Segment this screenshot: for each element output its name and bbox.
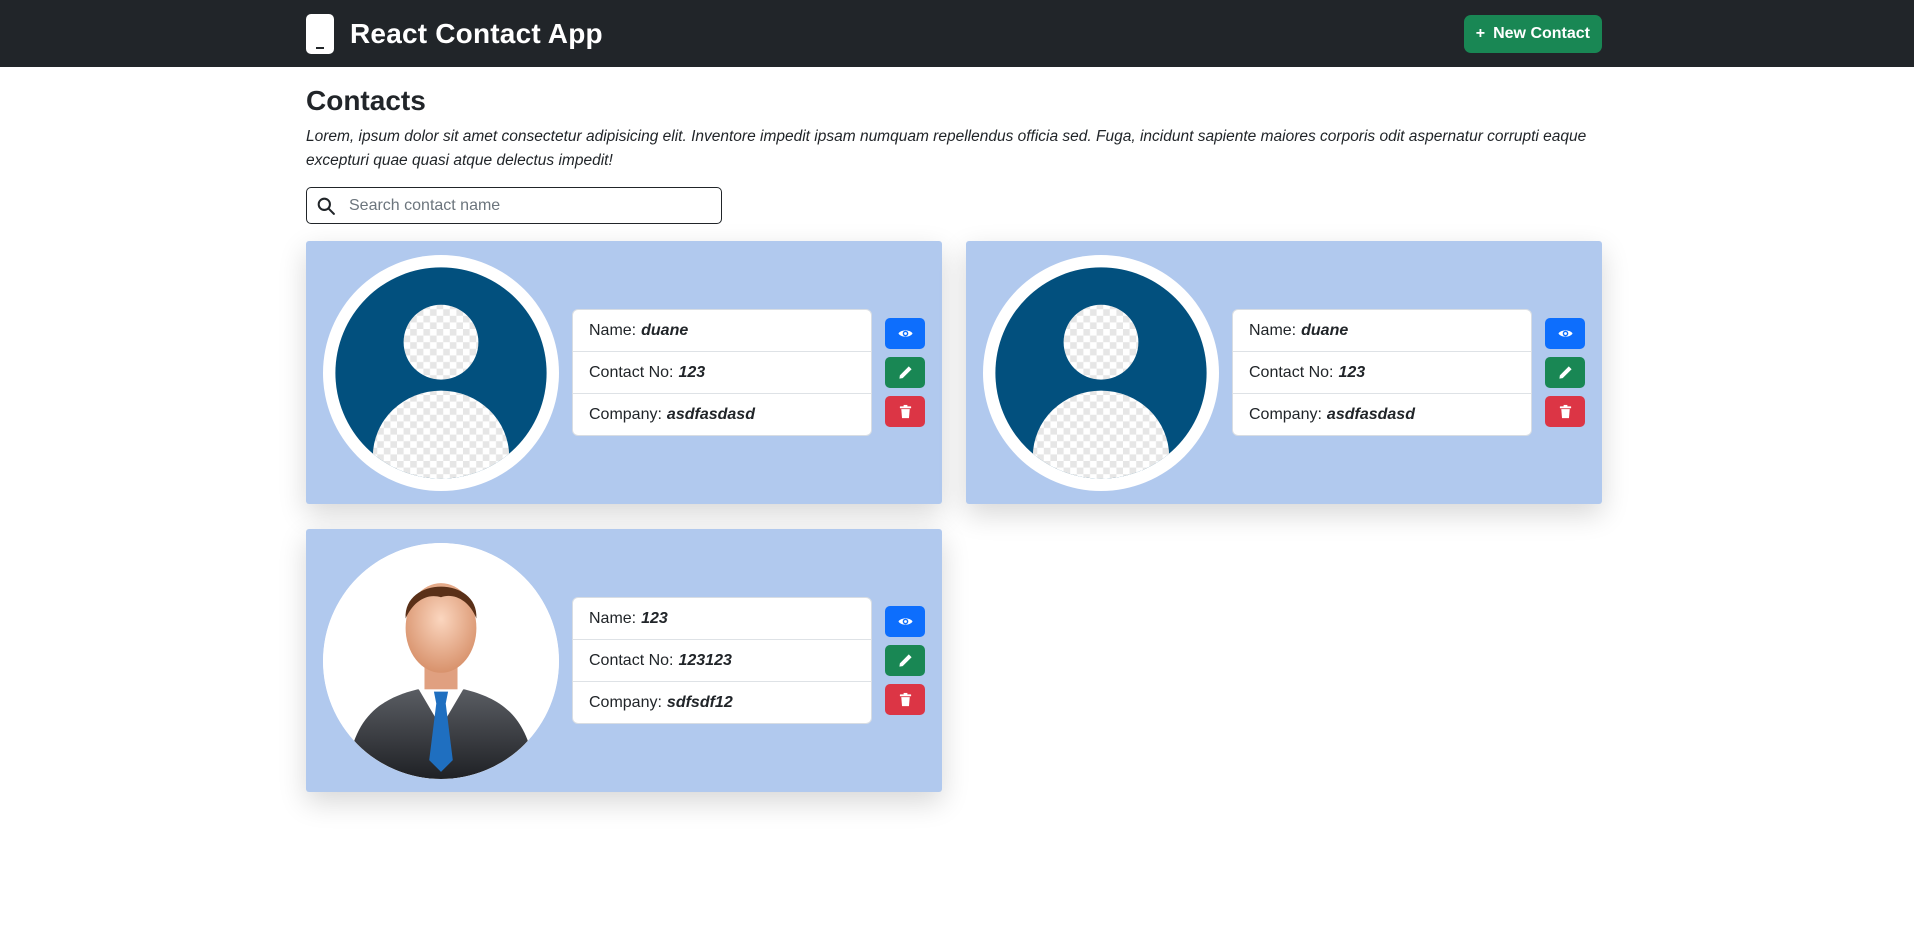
company-label: Company: — [1249, 405, 1322, 423]
contact-company: sdfsdf12 — [666, 693, 733, 711]
main-content: Contacts Lorem, ipsum dolor sit amet con… — [306, 85, 1602, 792]
contact-number-row: Contact No: 123123 — [573, 640, 871, 682]
trash-icon — [899, 692, 911, 707]
default-user-icon — [323, 254, 559, 491]
businessman-avatar-image — [323, 542, 559, 779]
view-contact-button[interactable] — [885, 606, 925, 637]
contact-company-row: Company: sdfsdf12 — [573, 682, 871, 723]
search-icon — [317, 197, 335, 215]
company-label: Company: — [589, 405, 662, 423]
contact-actions — [885, 606, 925, 715]
contact-name: duane — [641, 321, 689, 339]
delete-contact-button[interactable] — [1545, 396, 1585, 427]
contact-no-label: Contact No: — [589, 363, 674, 381]
contact-info-list: Name: duane Contact No: 123 Company: asd… — [572, 309, 872, 436]
intro-text: Lorem, ipsum dolor sit amet consectetur … — [306, 128, 1587, 169]
pencil-icon — [898, 654, 912, 667]
delete-contact-button[interactable] — [885, 684, 925, 715]
contact-number: 123123 — [678, 651, 732, 669]
plus-icon: + — [1475, 24, 1486, 42]
page-title: Contacts — [306, 85, 426, 116]
contact-number: 123 — [1338, 363, 1366, 381]
eye-icon — [897, 330, 913, 337]
eye-icon — [897, 618, 913, 625]
new-contact-label: New Contact — [1493, 24, 1590, 42]
name-label: Name: — [589, 321, 637, 339]
pencil-icon — [898, 366, 912, 379]
view-contact-button[interactable] — [1545, 318, 1585, 349]
default-user-icon — [983, 254, 1219, 491]
mobile-phone-icon — [306, 13, 334, 54]
trash-icon — [899, 404, 911, 419]
contact-name-row: Name: duane — [573, 310, 871, 352]
edit-contact-button[interactable] — [1545, 357, 1585, 388]
contact-name: 123 — [641, 609, 668, 627]
trash-icon — [1559, 404, 1571, 419]
contact-info-list: Name: duane Contact No: 123 Company: asd… — [1232, 309, 1532, 436]
contact-actions — [1545, 318, 1585, 427]
contact-actions — [885, 318, 925, 427]
delete-contact-button[interactable] — [885, 396, 925, 427]
name-label: Name: — [1249, 321, 1297, 339]
contact-number-row: Contact No: 123 — [1233, 352, 1531, 394]
company-label: Company: — [589, 693, 662, 711]
edit-contact-button[interactable] — [885, 645, 925, 676]
contact-card: Name: 123 Contact No: 123123 Company: sd… — [306, 529, 942, 792]
contact-number-row: Contact No: 123 — [573, 352, 871, 394]
contact-name-row: Name: duane — [1233, 310, 1531, 352]
contact-card: Name: duane Contact No: 123 Company: asd… — [306, 241, 942, 504]
contact-company: asdfasdasd — [666, 405, 755, 423]
contact-company-row: Company: asdfasdasd — [1233, 394, 1531, 435]
contact-info-list: Name: 123 Contact No: 123123 Company: sd… — [572, 597, 872, 724]
new-contact-button[interactable]: + New Contact — [1463, 14, 1602, 53]
search-input[interactable] — [347, 195, 711, 216]
contacts-grid: Name: duane Contact No: 123 Company: asd… — [306, 241, 1602, 792]
contact-no-label: Contact No: — [589, 651, 674, 669]
name-label: Name: — [589, 609, 637, 627]
eye-icon — [1557, 330, 1573, 337]
contact-company-row: Company: asdfasdasd — [573, 394, 871, 435]
search-box — [306, 187, 722, 224]
contact-card: Name: duane Contact No: 123 Company: asd… — [966, 241, 1602, 504]
pencil-icon — [1558, 366, 1572, 379]
app-title: React Contact App — [350, 17, 603, 49]
edit-contact-button[interactable] — [885, 357, 925, 388]
contact-no-label: Contact No: — [1249, 363, 1334, 381]
contact-name: duane — [1301, 321, 1349, 339]
contact-number: 123 — [678, 363, 706, 381]
navbar-inner: React Contact App + New Contact — [306, 13, 1602, 54]
view-contact-button[interactable] — [885, 318, 925, 349]
brand[interactable]: React Contact App — [306, 13, 603, 54]
contact-company: asdfasdasd — [1326, 405, 1415, 423]
navbar: React Contact App + New Contact — [0, 0, 1914, 67]
contact-name-row: Name: 123 — [573, 598, 871, 640]
